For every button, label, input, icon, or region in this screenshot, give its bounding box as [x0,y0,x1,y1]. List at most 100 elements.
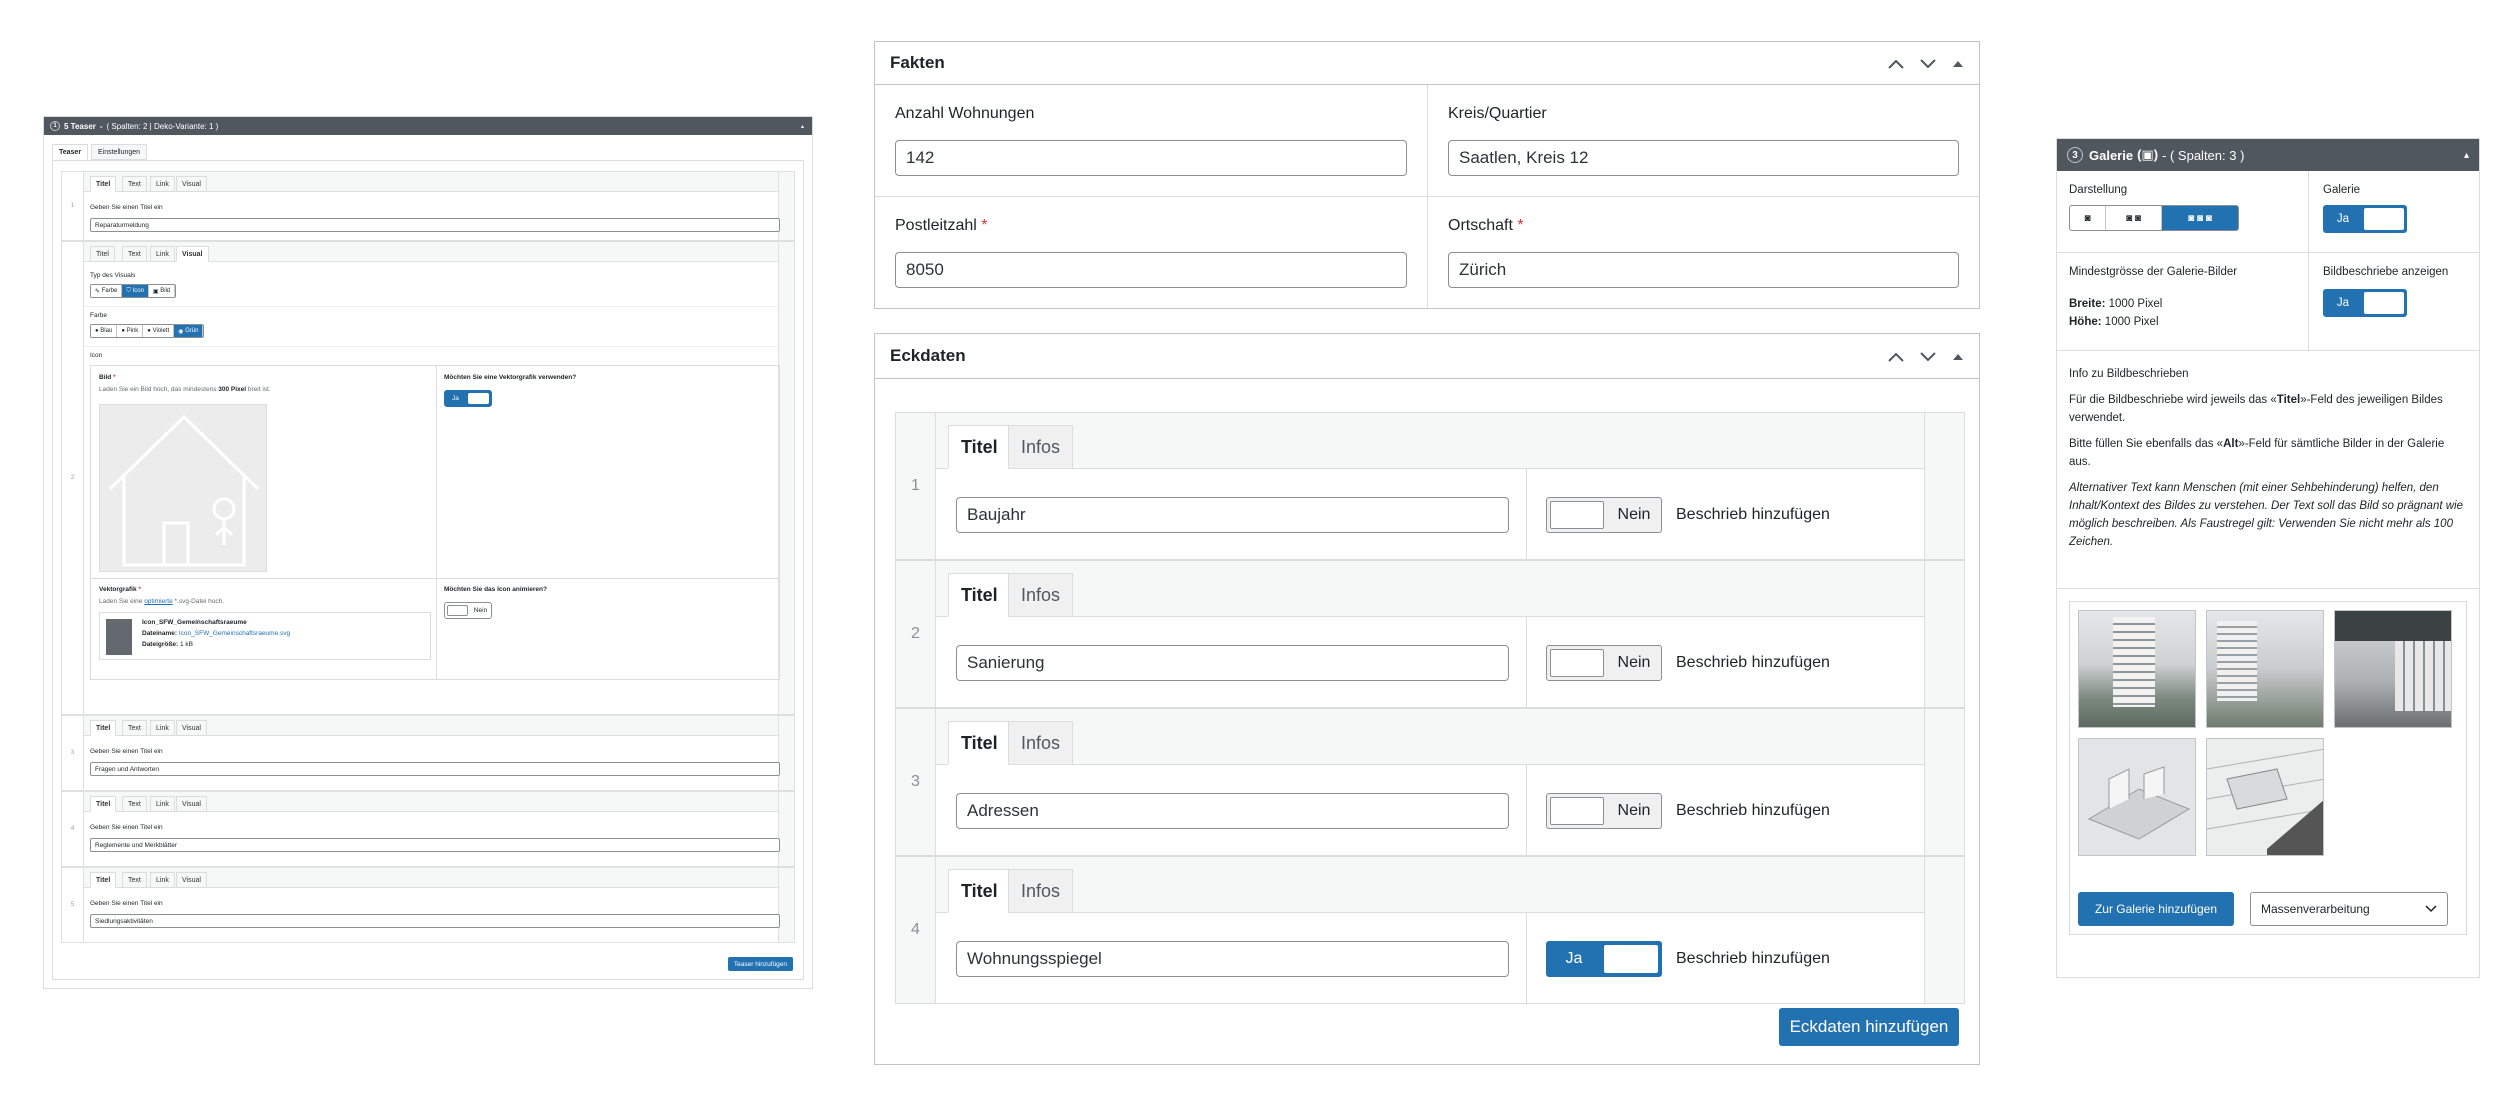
row-handle[interactable] [1924,413,1964,559]
gallery-image[interactable] [2206,738,2324,856]
bulk-select[interactable]: Massenverarbeitung [2250,892,2448,926]
collapse-icon[interactable] [1951,58,1965,70]
one-camera-icon[interactable]: ◙ [2070,206,2106,230]
tab-titel[interactable]: Titel [90,796,117,812]
tab-link[interactable]: Link [150,872,175,888]
galerie-header[interactable]: 3 Galerie (▣) - ( Spalten: 3 ) ▴ [2057,139,2479,171]
house-image[interactable] [99,404,267,572]
tab-text[interactable]: Text [122,176,147,192]
tab-infos[interactable]: Infos [1008,425,1074,469]
tab-teaser[interactable]: Teaser [52,144,89,160]
row-number[interactable]: 3 [896,709,936,855]
optimized-link[interactable]: optimierte [144,598,173,605]
tab-titel[interactable]: Titel [948,869,1011,913]
row-number[interactable]: 2 [896,561,936,707]
tab-link[interactable]: Link [150,246,175,262]
tab-visual[interactable]: Visual [176,176,207,192]
tab-titel[interactable]: Titel [90,872,117,888]
row-handle[interactable] [778,172,794,240]
two-cameras-icon[interactable]: ◙ ◙ [2106,206,2162,230]
row-handle[interactable] [778,242,794,714]
row-handle[interactable] [778,792,794,866]
tab-titel[interactable]: Titel [948,425,1011,469]
row-number[interactable]: 1 [62,172,84,240]
title-input[interactable]: Fragen und Antworten [90,762,780,776]
tab-link[interactable]: Link [150,176,175,192]
tab-text[interactable]: Text [122,796,147,812]
tab-visual[interactable]: Visual [176,720,207,736]
color-pink[interactable]: ● Pink [117,325,144,337]
add-to-gallery-button[interactable]: Zur Galerie hinzufügen [2078,892,2234,926]
collapse-icon[interactable] [1951,351,1965,363]
title-input[interactable]: Siedlungsaktivitäten [90,914,780,928]
row-handle[interactable] [1924,709,1964,855]
tab-titel[interactable]: Titel [948,721,1011,765]
vector-toggle[interactable]: Ja [444,390,492,407]
row-number[interactable]: 2 [62,242,84,714]
gallery-image[interactable] [2078,610,2196,728]
beschrieb-toggle[interactable]: Nein [1546,793,1662,829]
beschrieb-toggle[interactable]: Nein [1546,645,1662,681]
tab-visual[interactable]: Visual [176,872,207,888]
title-input[interactable]: Reglemente und Merkblätter [90,838,780,852]
add-eckdaten-button[interactable]: Eckdaten hinzufügen [1779,1008,1959,1046]
beschrieb-toggle[interactable]: Ja [1546,941,1662,977]
tab-text[interactable]: Text [122,246,147,262]
tab-titel[interactable]: Titel [90,720,117,736]
move-down-icon[interactable] [1919,58,1937,70]
color-blau[interactable]: ● Blau [91,325,118,337]
add-teaser-button[interactable]: Teaser hinzufügen [727,957,793,971]
file-link[interactable]: Icon_SFW_Gemeinschaftsraeume.svg [179,630,290,637]
tab-infos[interactable]: Infos [1008,869,1074,913]
ortschaft-input[interactable]: Zürich [1448,252,1959,288]
row-number[interactable]: 4 [62,792,84,866]
three-cameras-icon[interactable]: ◙ ◙ ◙ [2162,206,2238,230]
kreis-input[interactable]: Saatlen, Kreis 12 [1448,140,1959,176]
row-number[interactable]: 3 [62,716,84,790]
tab-link[interactable]: Link [150,720,175,736]
gallery-image[interactable] [2334,610,2452,728]
row-number[interactable]: 5 [62,868,84,942]
galerie-toggle[interactable]: Ja [2323,205,2407,233]
tab-text[interactable]: Text [122,872,147,888]
tab-infos[interactable]: Infos [1008,721,1074,765]
move-up-icon[interactable] [1887,351,1905,363]
beschrieb-toggle[interactable]: Nein [1546,497,1662,533]
plz-input[interactable]: 8050 [895,252,1407,288]
row-handle[interactable] [1924,857,1964,1003]
anzahl-input[interactable]: 142 [895,140,1407,176]
row-handle[interactable] [778,716,794,790]
type-farbe[interactable]: ✎ Farbe [91,285,123,297]
row-handle[interactable] [1924,561,1964,707]
tab-titel[interactable]: Titel [90,246,115,262]
type-bild[interactable]: ▣ Bild [148,285,176,297]
row-number[interactable]: 4 [896,857,936,1003]
titel-input[interactable]: Adressen [956,793,1509,829]
collapse-icon[interactable]: ▴ [2464,150,2469,161]
teaser-header[interactable]: 1 5 Teaser - ( Spalten: 2 | Deko-Variant… [44,117,812,135]
tab-text[interactable]: Text [122,720,147,736]
beschrieb-toggle[interactable]: Ja [2323,289,2407,317]
title-input[interactable]: Reparaturmeldung [90,218,780,232]
collapse-icon[interactable]: ▴ [801,123,804,130]
row-number[interactable]: 1 [896,413,936,559]
row-handle[interactable] [778,868,794,942]
animate-toggle[interactable]: Nein [444,602,492,619]
type-icon[interactable]: ⛉ Icon [122,285,149,297]
move-up-icon[interactable] [1887,58,1905,70]
gallery-image[interactable] [2078,738,2196,856]
tab-titel[interactable]: Titel [948,573,1011,617]
tab-visual[interactable]: Visual [176,246,209,262]
titel-input[interactable]: Sanierung [956,645,1509,681]
move-down-icon[interactable] [1919,351,1937,363]
color-violett[interactable]: ● Violett [143,325,175,337]
titel-input[interactable]: Baujahr [956,497,1509,533]
gallery-image[interactable] [2206,610,2324,728]
tab-einstellungen[interactable]: Einstellungen [91,144,148,160]
tab-infos[interactable]: Infos [1008,573,1074,617]
tab-titel[interactable]: Titel [90,176,117,192]
tab-link[interactable]: Link [150,796,175,812]
tab-visual[interactable]: Visual [176,796,207,812]
color-gruen[interactable]: ◉ Grün [174,325,204,337]
titel-input[interactable]: Wohnungsspiegel [956,941,1509,977]
